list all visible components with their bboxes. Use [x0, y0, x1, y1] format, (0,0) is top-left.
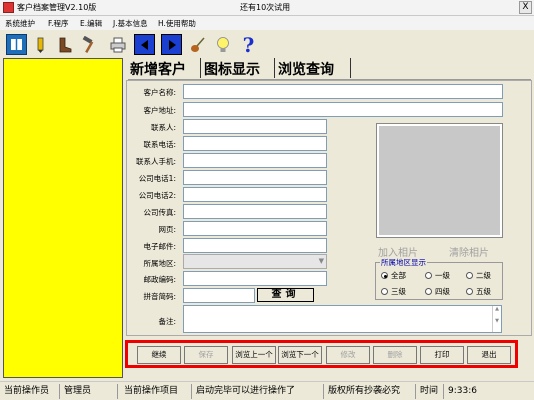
region-filter-title: 所属地区显示 [380, 257, 427, 268]
menu-basic-info[interactable]: J.基本信息 [113, 18, 148, 29]
continue-button[interactable]: 继续 [137, 346, 181, 364]
address-label: 客户地址: [143, 106, 176, 115]
time-value: 9:33:6 [448, 386, 477, 396]
radio-dot [466, 272, 473, 279]
tab-icon-view[interactable]: 图标显示 [204, 59, 260, 79]
radio-all[interactable]: 全部 [381, 270, 406, 281]
menu-system[interactable]: 系统维护 [5, 18, 35, 29]
menu-help[interactable]: H.使用帮助 [158, 18, 196, 29]
contact-phone-label: 联系电话: [143, 140, 176, 149]
contact-label: 联系人: [150, 123, 176, 132]
boots-icon[interactable] [54, 34, 75, 55]
save-button[interactable]: 保存 [184, 346, 228, 364]
radio-label: 三级 [391, 287, 406, 296]
region-select[interactable] [183, 254, 327, 269]
hammer-icon[interactable] [78, 34, 99, 55]
book-icon[interactable] [6, 34, 27, 55]
delete-button[interactable]: 删除 [373, 346, 417, 364]
radio-level1[interactable]: 一级 [425, 270, 450, 281]
tab-browse-query[interactable]: 浏览查询 [278, 59, 334, 79]
company-fax-field[interactable] [183, 204, 327, 219]
copyright-text: 版权所有抄袭必究 [326, 384, 416, 399]
browse-prev-button[interactable]: 浏览上一个 [232, 346, 276, 364]
memo-field[interactable]: ▲ ▼ [183, 305, 502, 333]
company-phone1-label: 公司电话1: [138, 174, 176, 183]
radio-dot [381, 288, 388, 295]
time-label: 时间 [418, 384, 444, 399]
guitar-icon[interactable] [187, 34, 208, 55]
lightbulb-icon[interactable] [212, 34, 233, 55]
radio-label: 一级 [435, 271, 450, 280]
radio-dot [466, 288, 473, 295]
website-label: 网页: [158, 225, 176, 234]
radio-dot [425, 272, 432, 279]
operator-label: 当前操作员 [2, 384, 60, 399]
contact-mobile-label: 联系人手机: [135, 157, 176, 166]
menu-bar: 系统维护 F.程序 E.编辑 J.基本信息 H.使用帮助 [0, 16, 534, 30]
title-bar: 客户档案管理V2.10版 还有10次试用 X [0, 0, 534, 16]
customer-photo [376, 123, 503, 238]
prev-arrow-icon[interactable] [134, 34, 155, 55]
clear-photo-button[interactable]: 清除相片 [449, 244, 489, 259]
help-icon[interactable]: ? [238, 33, 259, 57]
pinyin-field[interactable] [183, 288, 255, 303]
email-label: 电子邮件: [143, 242, 176, 251]
name-label: 客户名称: [143, 88, 176, 97]
radio-label: 四级 [435, 287, 450, 296]
memo-label: 备注: [158, 317, 176, 326]
printer-icon[interactable] [107, 34, 128, 55]
tab-new-customer[interactable]: 新增客户 [130, 59, 186, 79]
company-phone2-label: 公司电话2: [138, 191, 176, 200]
exit-button[interactable]: 退出 [467, 346, 511, 364]
status-bar: 当前操作员 管理员 当前操作项目 启动完毕可以进行操作了 版权所有抄袭必究 时间… [0, 381, 534, 400]
radio-level3[interactable]: 三级 [381, 286, 406, 297]
browse-next-button[interactable]: 浏览下一个 [278, 346, 322, 364]
company-phone2-field[interactable] [183, 187, 327, 202]
trial-notice: 还有10次试用 [240, 3, 291, 12]
tab-separator [274, 58, 276, 78]
email-field[interactable] [183, 238, 327, 253]
pencil-icon[interactable] [30, 34, 51, 55]
toolbar: ? [0, 31, 534, 57]
website-field[interactable] [183, 221, 327, 236]
status-message: 启动完毕可以进行操作了 [194, 384, 324, 399]
radio-label: 五级 [476, 287, 491, 296]
contact-field[interactable] [183, 119, 327, 134]
address-field[interactable] [183, 102, 503, 117]
app-icon [3, 2, 14, 13]
modify-button[interactable]: 修改 [326, 346, 370, 364]
region-label: 所属地区: [143, 259, 176, 268]
action-bar: 继续 保存 浏览上一个 浏览下一个 修改 删除 打印 退出 [125, 340, 518, 368]
company-fax-label: 公司传真: [143, 208, 176, 217]
radio-level4[interactable]: 四级 [425, 286, 450, 297]
left-panel [3, 58, 123, 378]
menu-edit[interactable]: E.编辑 [80, 18, 102, 29]
tab-separator [200, 58, 202, 78]
pinyin-label: 拼音简码: [143, 292, 176, 301]
close-button[interactable]: X [519, 1, 532, 14]
radio-level2[interactable]: 二级 [466, 270, 491, 281]
operator-value: 管理员 [62, 384, 118, 399]
radio-level5[interactable]: 五级 [466, 286, 491, 297]
memo-scrollbar[interactable]: ▲ ▼ [492, 306, 501, 332]
radio-dot [381, 272, 388, 279]
menu-program[interactable]: F.程序 [48, 18, 69, 29]
radio-label: 二级 [476, 271, 491, 280]
contact-mobile-field[interactable] [183, 153, 327, 168]
tab-separator [350, 58, 352, 78]
contact-phone-field[interactable] [183, 136, 327, 151]
window-title: 客户档案管理V2.10版 [17, 3, 97, 12]
next-arrow-icon[interactable] [161, 34, 182, 55]
print-button[interactable]: 打印 [420, 346, 464, 364]
radio-dot [425, 288, 432, 295]
postcode-label: 邮政编码: [143, 275, 176, 284]
radio-label: 全部 [391, 271, 406, 280]
postcode-field[interactable] [183, 271, 327, 286]
name-field[interactable] [183, 84, 503, 99]
project-label: 当前操作项目 [122, 384, 192, 399]
company-phone1-field[interactable] [183, 170, 327, 185]
query-button[interactable]: 查询 [257, 288, 314, 302]
tab-strip: 新增客户 图标显示 浏览查询 [130, 58, 360, 79]
